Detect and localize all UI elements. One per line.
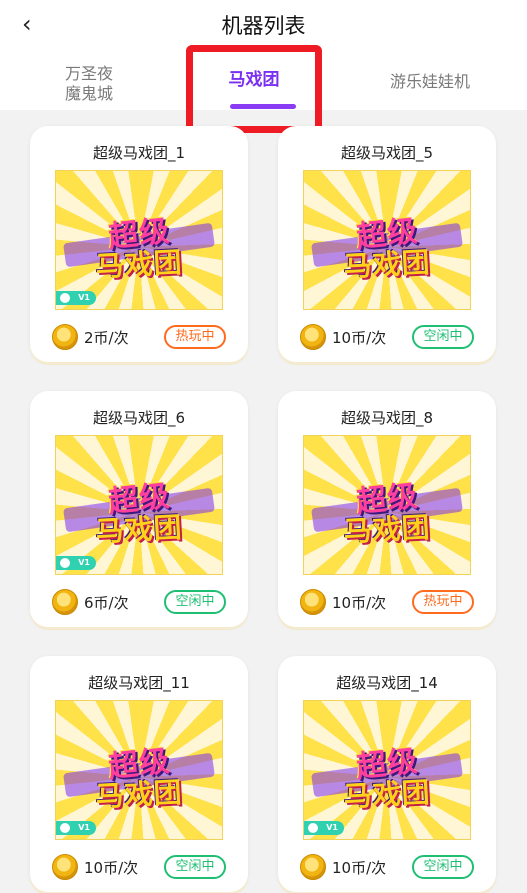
price-label: 10币/次: [332, 594, 387, 612]
logo-line2: 马戏团: [94, 245, 184, 284]
vip-icon: [60, 823, 70, 833]
logo-line2: 马戏团: [342, 245, 432, 284]
vip-icon: [60, 293, 70, 303]
machine-name: 超级马戏团_8: [340, 409, 434, 427]
vip-badge-label: V1: [326, 823, 338, 832]
machine-name: 超级马戏团_6: [92, 409, 186, 427]
status-badge: 空闲中: [164, 590, 226, 614]
machine-thumbnail: 超级 马戏团 V1: [55, 435, 223, 575]
status-badge: 空闲中: [164, 855, 226, 879]
price-label: 6币/次: [84, 594, 129, 612]
machine-card[interactable]: 超级马戏团_8 超级 马戏团 10币/次 热玩中: [278, 391, 496, 627]
tab-doll-machine[interactable]: 游乐娃娃机: [350, 72, 510, 92]
machine-thumbnail: 超级 马戏团 V1: [303, 700, 471, 840]
machine-thumbnail: 超级 马戏团: [303, 170, 471, 310]
vip-icon: [308, 823, 318, 833]
machine-name: 超级马戏团_11: [88, 674, 190, 692]
vip-badge: V1: [56, 556, 96, 570]
machine-card[interactable]: 超级马戏团_6 超级 马戏团 V1 6币/次 空闲中: [30, 391, 248, 627]
tab-circus[interactable]: 马戏团: [205, 70, 303, 90]
machine-thumbnail: 超级 马戏团 V1: [55, 700, 223, 840]
coin-icon: [300, 324, 326, 350]
logo-line2: 马戏团: [342, 775, 432, 814]
vip-badge-label: V1: [78, 823, 90, 832]
machine-name: 超级马戏团_5: [340, 144, 434, 162]
machine-card[interactable]: 超级马戏团_14 超级 马戏团 V1 10币/次 空闲中: [278, 656, 496, 892]
vip-badge-label: V1: [78, 293, 90, 302]
coin-icon: [52, 589, 78, 615]
coin-icon: [52, 324, 78, 350]
vip-badge: V1: [56, 821, 96, 835]
logo-line2: 马戏团: [94, 775, 184, 814]
machine-card[interactable]: 超级马戏团_11 超级 马戏团 V1 10币/次 空闲中: [30, 656, 248, 892]
machine-name: 超级马戏团_1: [92, 144, 186, 162]
vip-badge: V1: [304, 821, 344, 835]
machine-thumbnail: 超级 马戏团 V1: [55, 170, 223, 310]
machine-grid: 超级马戏团_1 超级 马戏团 V1 2币/次 热玩中 超级马戏团_5 超级 马戏…: [0, 110, 527, 893]
top-bar: ‹ 机器列表 万圣夜 魔鬼城 马戏团 游乐娃娃机: [0, 0, 527, 133]
active-tab-indicator: [230, 104, 296, 109]
status-badge: 空闲中: [412, 855, 474, 879]
price-label: 10币/次: [84, 859, 139, 877]
machine-thumbnail: 超级 马戏团: [303, 435, 471, 575]
price-label: 2币/次: [84, 329, 129, 347]
price-label: 10币/次: [332, 329, 387, 347]
price-label: 10币/次: [332, 859, 387, 877]
coin-icon: [300, 589, 326, 615]
machine-card[interactable]: 超级马戏团_5 超级 马戏团 10币/次 空闲中: [278, 126, 496, 362]
machine-name: 超级马戏团_14: [336, 674, 438, 692]
page-title: 机器列表: [221, 14, 306, 38]
status-badge: 热玩中: [412, 590, 474, 614]
status-badge: 热玩中: [164, 325, 226, 349]
status-badge: 空闲中: [412, 325, 474, 349]
vip-badge: V1: [56, 291, 96, 305]
vip-badge-label: V1: [78, 558, 90, 567]
coin-icon: [300, 854, 326, 880]
logo-line2: 马戏团: [342, 510, 432, 549]
logo-line2: 马戏团: [94, 510, 184, 549]
machine-card[interactable]: 超级马戏团_1 超级 马戏团 V1 2币/次 热玩中: [30, 126, 248, 362]
coin-icon: [52, 854, 78, 880]
vip-icon: [60, 558, 70, 568]
tab-halloween[interactable]: 万圣夜 魔鬼城: [46, 64, 132, 104]
